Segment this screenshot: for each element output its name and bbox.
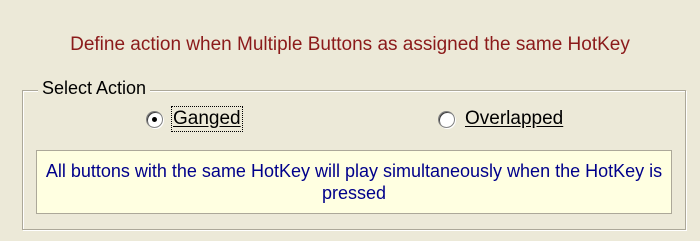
select-action-title: Select Action: [38, 78, 151, 99]
action-description: All buttons with the same HotKey will pl…: [36, 150, 672, 214]
ganged-radio-label[interactable]: Ganged: [171, 106, 243, 132]
overlapped-radio-label[interactable]: Overlapped: [465, 108, 563, 130]
overlapped-radio[interactable]: Overlapped: [438, 108, 563, 130]
ganged-radio[interactable]: Ganged: [146, 106, 243, 132]
radio-unselected-icon: [438, 110, 455, 128]
header-instruction: Define action when Multiple Buttons as a…: [70, 34, 630, 55]
radio-selected-icon: [146, 110, 163, 128]
